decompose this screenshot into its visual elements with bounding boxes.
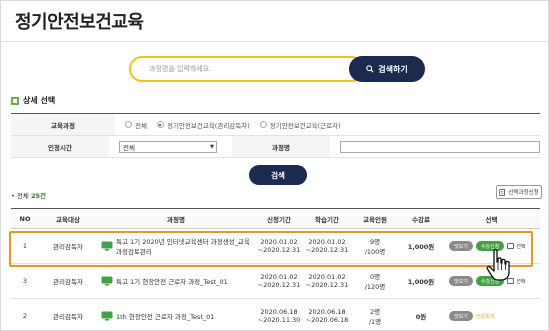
name-label: 과정명 [232, 136, 330, 157]
course-search: 과정명을 입력하세요. 검색하기 [129, 56, 425, 82]
course-label: 교육과정 [11, 114, 115, 135]
hand-pointer-icon [486, 249, 510, 281]
monitor-icon [101, 241, 113, 251]
radio-worker[interactable]: 정기안전보건교육(근로자) [259, 120, 341, 130]
course-name-field[interactable] [339, 140, 540, 153]
col-apply-period: 신청기간 [267, 215, 291, 224]
table-row: 1 관리감독자 특고 1기 2020년 인터넷교육센터 과정생성_교육과정검토관… [11, 228, 540, 264]
page-title: 정기안전보건교육 [15, 12, 144, 33]
table-row: 2 관리감독자 1th 현장안전 근로자 과정_Test_01 2020.06.… [11, 298, 540, 330]
search-button-label: 검색하기 [378, 64, 408, 74]
apply-selected-button[interactable]: 선택과정신청 [496, 185, 542, 199]
filter-row-time: 인정시간 전체 ▼ 과정명 [11, 136, 540, 158]
search-icon [366, 65, 374, 73]
monitor-icon [101, 311, 113, 321]
table-header: NO 교육대상 과정명 신청기간 학습기간 교육인원 수강료 선택 [11, 208, 540, 229]
col-capacity: 교육인원 [363, 215, 387, 224]
filter-table: 교육과정 전체 정기안전보건교육(관리감독자) 정기안전보건교육(근로자) 인정… [11, 113, 540, 158]
col-target: 교육대상 [56, 215, 80, 224]
radio-circle [259, 121, 267, 128]
course-title-link[interactable]: 특고 1기 현장안전 근로자 과정_Test_01 [116, 276, 228, 286]
col-select: 선택 [485, 215, 498, 224]
col-no: NO [19, 214, 31, 223]
page-frame: 정기안전보건교육 과정명을 입력하세요. 검색하기 상세 선택 교육과정 전체 [0, 0, 549, 331]
title-divider [1, 41, 548, 42]
course-radio-group: 전체 정기안전보건교육(관리감독자) 정기안전보건교육(근로자) [115, 114, 351, 135]
radio-circle-checked [156, 121, 164, 128]
radio-all[interactable]: 전체 [125, 120, 147, 130]
radio-supervisor[interactable]: 정기안전보건교육(관리감독자) [156, 120, 250, 130]
chevron-down-icon: ▼ [210, 143, 214, 150]
time-select[interactable]: 전체 ▼ [118, 140, 217, 153]
monitor-icon [101, 276, 113, 286]
total-count: • 전체 25건 [11, 192, 46, 200]
time-label: 인정시간 [11, 136, 109, 157]
col-fee: 수강료 [412, 215, 430, 224]
search-input[interactable]: 과정명을 입력하세요. [129, 56, 365, 82]
preview-button[interactable]: 맛보기 [449, 241, 473, 251]
col-course-name: 과정명 [167, 215, 185, 224]
table-row: 3 관리감독자 특고 1기 현장안전 근로자 과정_Test_01 2020.0… [11, 263, 540, 299]
preview-button[interactable]: 맛보기 [449, 311, 473, 321]
filter-row-course: 교육과정 전체 정기안전보건교육(관리감독자) 정기안전보건교육(근로자) [11, 114, 540, 136]
radio-circle [125, 121, 132, 128]
col-study-period: 학습기간 [315, 215, 339, 224]
preview-button[interactable]: 맛보기 [449, 276, 473, 286]
course-title-link[interactable]: 1th 현장안전 근로자 과정_Test_01 [116, 311, 214, 321]
search-button[interactable]: 검색하기 [349, 56, 425, 82]
section-bullet-icon [11, 96, 19, 105]
filter-search-button[interactable]: 검색 [249, 165, 307, 185]
document-icon [499, 188, 506, 196]
capacity-exceeded-badge: 인원초과 [475, 313, 495, 320]
section-title: 상세 선택 [11, 95, 55, 106]
course-title-link[interactable]: 특고 1기 2020년 인터넷교육센터 과정생성_교육과정검토관리 [116, 236, 255, 256]
course-table: NO 교육대상 과정명 신청기간 학습기간 교육인원 수강료 선택 1 관리감독… [11, 208, 540, 330]
